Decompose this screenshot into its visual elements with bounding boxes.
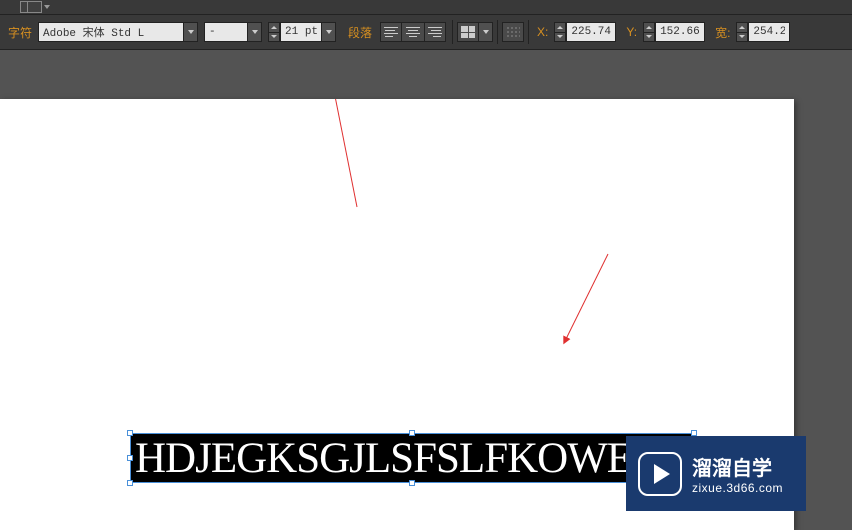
panel-dropdown-icon[interactable] bbox=[44, 5, 50, 9]
watermark-title: 溜溜自学 bbox=[692, 452, 783, 481]
grid-options-button[interactable] bbox=[502, 22, 524, 42]
width-spinner[interactable] bbox=[736, 22, 790, 42]
x-label: X: bbox=[533, 25, 552, 39]
x-position-input[interactable] bbox=[566, 22, 616, 42]
resize-handle-bl[interactable] bbox=[127, 480, 133, 486]
width-input[interactable] bbox=[748, 22, 790, 42]
watermark: 溜溜自学 zixue.3d66.com bbox=[626, 436, 806, 511]
y-down-icon[interactable] bbox=[643, 33, 655, 43]
resize-handle-bm[interactable] bbox=[409, 480, 415, 486]
font-style-combo[interactable] bbox=[204, 22, 262, 42]
font-family-input[interactable] bbox=[38, 22, 184, 42]
grid-icon bbox=[457, 22, 479, 42]
font-size-down-icon[interactable] bbox=[268, 33, 280, 43]
fill-options-button[interactable] bbox=[457, 22, 493, 42]
divider bbox=[452, 20, 453, 44]
options-bar: 字符 段落 bbox=[0, 14, 852, 50]
panel-layout-icon[interactable] bbox=[20, 1, 42, 13]
resize-handle-tl[interactable] bbox=[127, 430, 133, 436]
fill-dropdown-icon[interactable] bbox=[479, 22, 493, 42]
align-left-button[interactable] bbox=[380, 22, 402, 42]
font-size-input[interactable] bbox=[280, 22, 322, 42]
text-content[interactable]: HDJEGKSGJLSFSLFKOWEJF bbox=[135, 434, 671, 483]
align-right-button[interactable] bbox=[424, 22, 446, 42]
y-label: Y: bbox=[622, 25, 641, 39]
font-style-dropdown-icon[interactable] bbox=[248, 22, 262, 42]
width-up-icon[interactable] bbox=[736, 22, 748, 33]
font-size-spinner[interactable] bbox=[268, 22, 336, 42]
y-up-icon[interactable] bbox=[643, 22, 655, 33]
x-down-icon[interactable] bbox=[554, 33, 566, 43]
width-label: 宽: bbox=[711, 24, 734, 41]
font-family-dropdown-icon[interactable] bbox=[184, 22, 198, 42]
width-down-icon[interactable] bbox=[736, 33, 748, 43]
app-top-bar bbox=[0, 0, 852, 14]
character-label[interactable]: 字符 bbox=[4, 24, 36, 41]
x-up-icon[interactable] bbox=[554, 22, 566, 33]
font-size-dropdown-icon[interactable] bbox=[322, 22, 336, 42]
resize-handle-tm[interactable] bbox=[409, 430, 415, 436]
watermark-logo-icon bbox=[638, 452, 682, 496]
align-center-button[interactable] bbox=[402, 22, 424, 42]
font-size-up-icon[interactable] bbox=[268, 22, 280, 33]
watermark-url: zixue.3d66.com bbox=[692, 481, 783, 495]
divider bbox=[528, 20, 529, 44]
text-frame[interactable]: HDJEGKSGJLSFSLFKOWEJF bbox=[130, 433, 694, 483]
text-align-group bbox=[380, 22, 446, 42]
y-position-input[interactable] bbox=[655, 22, 705, 42]
resize-handle-ml[interactable] bbox=[127, 455, 133, 461]
paragraph-label[interactable]: 段落 bbox=[344, 24, 376, 41]
x-position-spinner[interactable] bbox=[554, 22, 616, 42]
y-position-spinner[interactable] bbox=[643, 22, 705, 42]
font-family-combo[interactable] bbox=[38, 22, 198, 42]
divider bbox=[497, 20, 498, 44]
font-style-input[interactable] bbox=[204, 22, 248, 42]
